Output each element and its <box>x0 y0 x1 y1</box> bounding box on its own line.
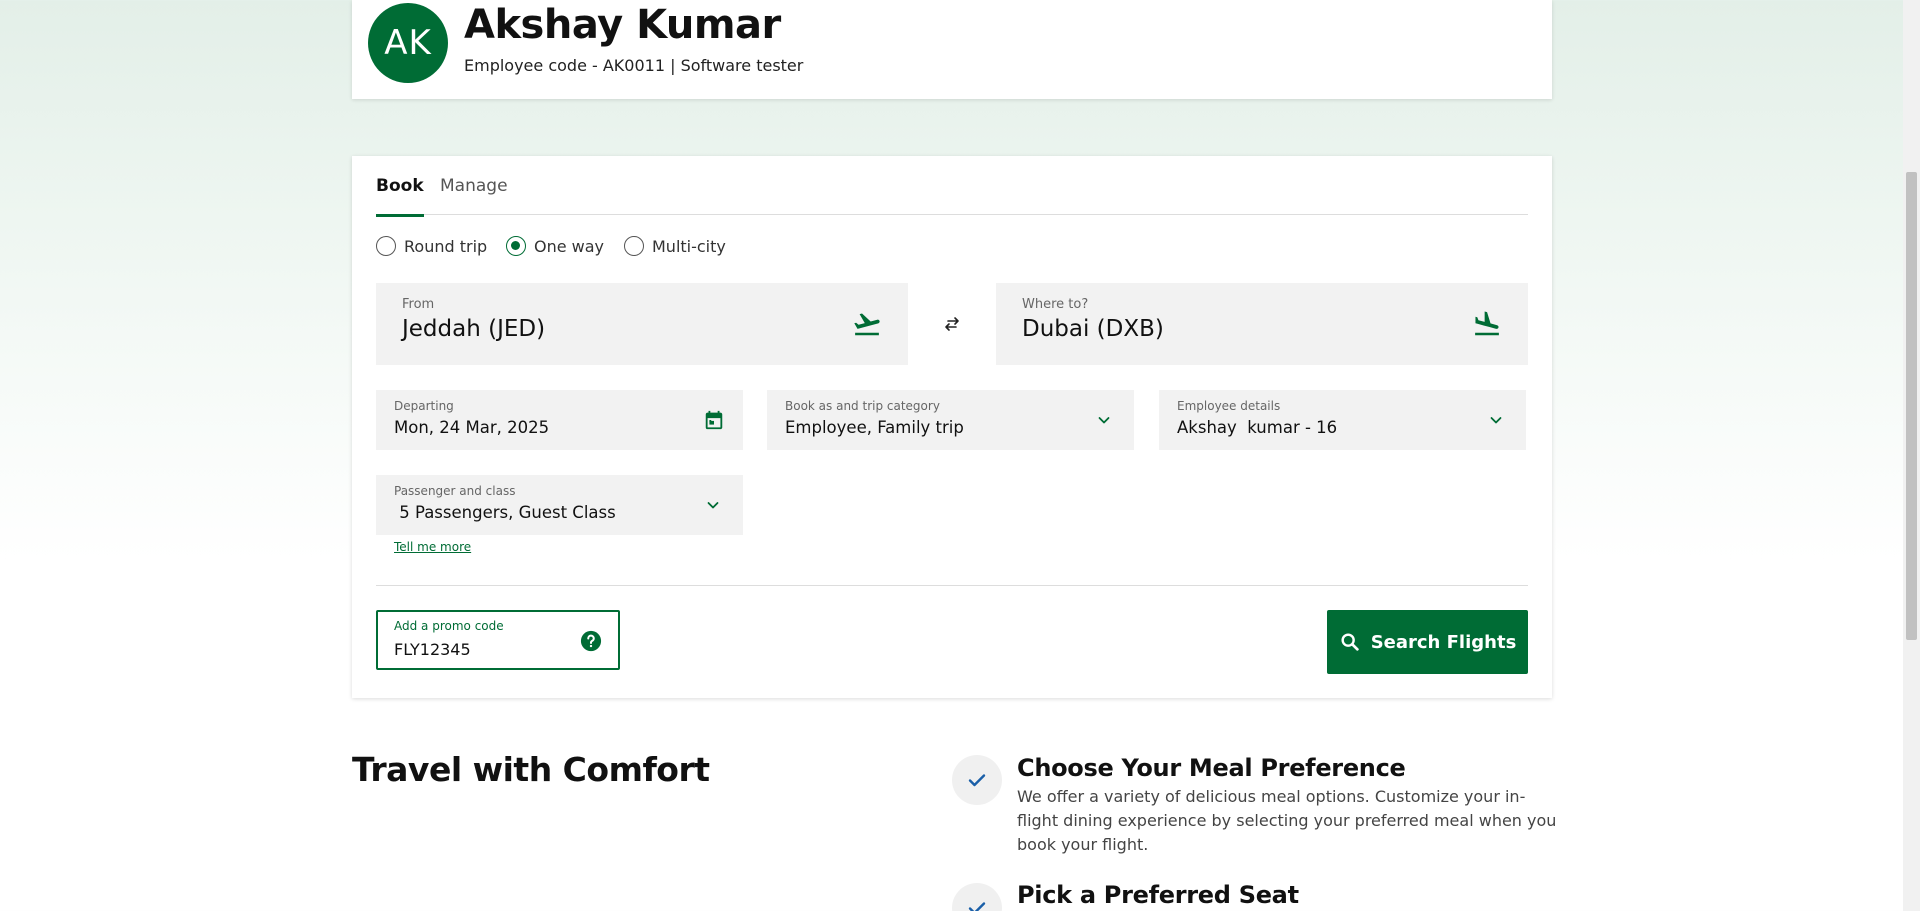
radio-button[interactable] <box>376 236 396 256</box>
tell-me-more-link[interactable]: Tell me more <box>394 540 471 554</box>
plane-landing-icon <box>1475 311 1499 336</box>
feature-title: Choose Your Meal Preference <box>1017 754 1406 782</box>
promo-code-field[interactable]: Add a promo code <box>376 610 620 670</box>
profile-name: Akshay Kumar <box>464 2 781 48</box>
chevron-down-icon <box>707 502 719 509</box>
profile-subtitle: Employee code - AK0011 | Software tester <box>464 56 804 75</box>
check-circle <box>952 883 1002 911</box>
trip-category-value: Employee, Family trip <box>785 418 964 437</box>
promo-code-input[interactable] <box>394 638 564 660</box>
radio-round-trip[interactable]: Round trip <box>376 236 487 256</box>
passenger-class-value: 5 Passengers, Guest Class <box>394 503 616 522</box>
check-icon <box>968 902 986 911</box>
swap-arrows-icon[interactable] <box>940 312 964 336</box>
plane-takeoff-icon <box>854 313 880 336</box>
radio-label: Round trip <box>404 236 488 256</box>
from-value: Jeddah (JED) <box>402 316 546 342</box>
trip-category-dropdown[interactable]: Book as and trip category Employee, Fami… <box>767 390 1134 450</box>
passenger-class-label: Passenger and class <box>394 484 516 498</box>
search-flights-button[interactable]: Search Flights <box>1327 610 1528 674</box>
employee-details-label: Employee details <box>1177 399 1281 413</box>
radio-button[interactable] <box>624 236 644 256</box>
radio-button-checked[interactable] <box>506 236 526 256</box>
promo-code-label: Add a promo code <box>394 619 504 633</box>
tab-manage[interactable]: Manage <box>440 176 508 196</box>
booking-card: Book Manage Round trip One way Multi-cit… <box>352 156 1552 698</box>
to-value: Dubai (DXB) <box>1022 316 1164 342</box>
avatar: AK <box>368 3 448 83</box>
radio-multi-city[interactable]: Multi-city <box>624 236 726 256</box>
from-field[interactable]: From Jeddah (JED) <box>376 283 908 365</box>
chevron-down-icon <box>1490 417 1502 424</box>
employee-details-dropdown[interactable]: Employee details Akshay kumar - 16 <box>1159 390 1526 450</box>
booking-tabs: Book Manage <box>376 156 1528 217</box>
scrollbar-thumb[interactable] <box>1906 172 1917 640</box>
calendar-icon[interactable] <box>703 409 725 431</box>
feature-title: Pick a Preferred Seat <box>1017 881 1299 909</box>
tab-book[interactable]: Book <box>376 176 424 217</box>
divider <box>376 585 1528 586</box>
help-icon[interactable] <box>580 630 602 652</box>
departing-field[interactable]: Departing Mon, 24 Mar, 2025 <box>376 390 743 450</box>
chevron-down-icon <box>1098 417 1110 424</box>
departing-label: Departing <box>394 399 454 413</box>
to-field[interactable]: Where to? Dubai (DXB) <box>996 283 1528 365</box>
radio-one-way[interactable]: One way <box>506 236 604 256</box>
search-icon <box>1341 633 1359 651</box>
departing-value: Mon, 24 Mar, 2025 <box>394 418 550 437</box>
radio-label: One way <box>534 236 605 256</box>
employee-details-value: Akshay kumar - 16 <box>1177 418 1338 437</box>
feature-description: We offer a variety of delicious meal opt… <box>1017 787 1557 854</box>
trip-category-label: Book as and trip category <box>785 399 940 413</box>
radio-label: Multi-city <box>652 236 726 256</box>
to-label: Where to? <box>1022 297 1089 312</box>
passenger-class-dropdown[interactable]: Passenger and class 5 Passengers, Guest … <box>376 475 743 535</box>
from-label: From <box>402 297 435 312</box>
profile-card: AK Akshay Kumar Employee code - AK0011 |… <box>352 0 1552 99</box>
comfort-heading: Travel with Comfort <box>352 750 710 789</box>
check-circle <box>952 755 1002 805</box>
check-icon <box>968 774 986 787</box>
search-flights-label: Search Flights <box>1370 631 1517 653</box>
